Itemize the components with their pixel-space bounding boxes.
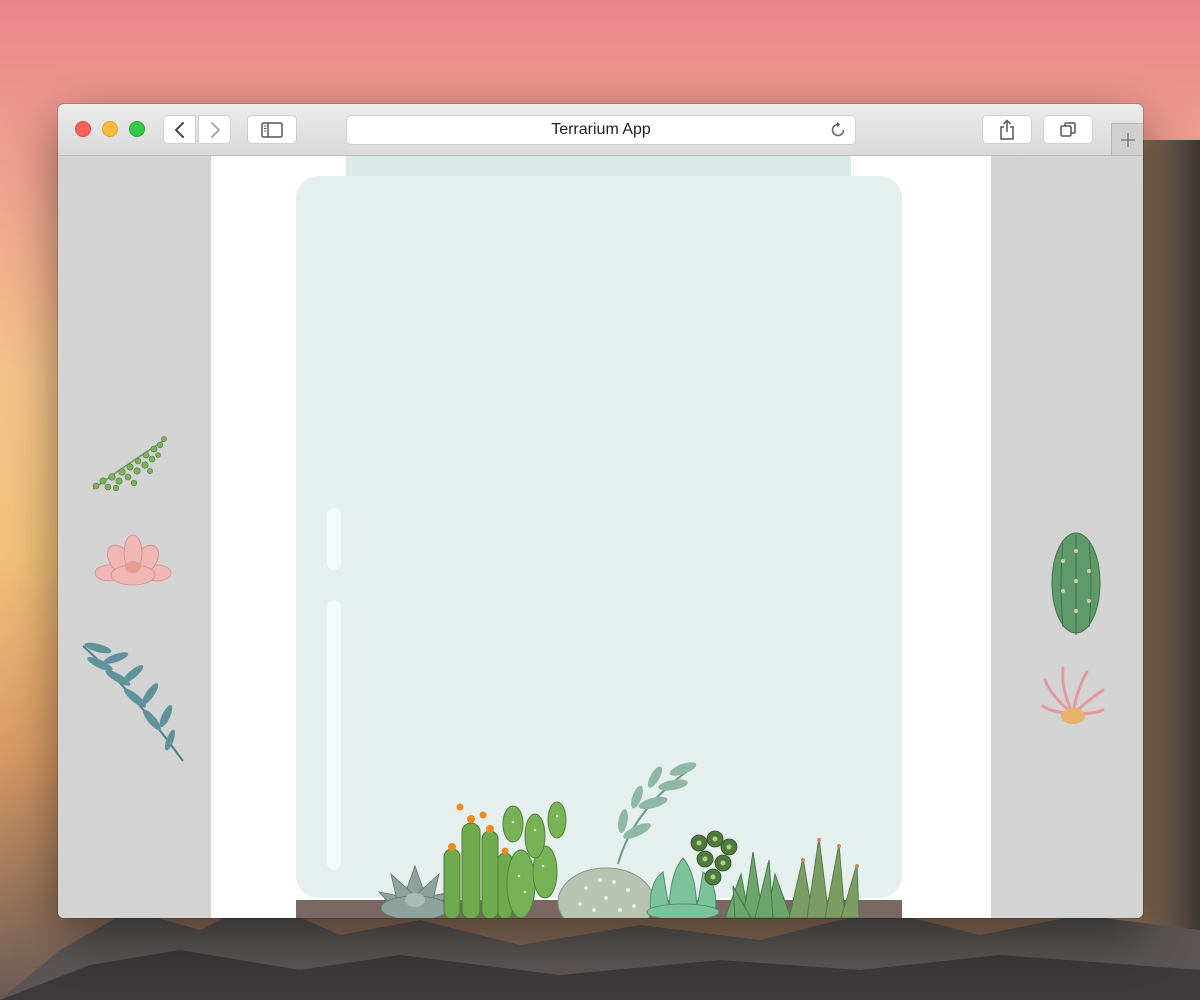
jar-glare-short [327, 508, 341, 570]
tall-aloe[interactable] [785, 834, 863, 918]
browser-window: Terrarium App [58, 104, 1143, 918]
sidebar-icon [261, 121, 283, 138]
eucalyptus-sprig-plant[interactable] [78, 636, 188, 766]
chevron-left-icon [174, 121, 184, 138]
close-window-button[interactable] [75, 121, 91, 137]
tabs-icon [1060, 121, 1076, 137]
reload-icon[interactable] [829, 121, 847, 139]
pink-echeveria-plant[interactable] [93, 531, 173, 591]
share-icon [1000, 118, 1014, 140]
spiky-aloe[interactable] [721, 846, 795, 918]
chevron-right-icon [210, 121, 220, 138]
terrarium-stage [211, 156, 991, 918]
page-title: Terrarium App [551, 121, 651, 138]
pink-air-plant[interactable] [1041, 666, 1105, 728]
share-button[interactable] [982, 115, 1032, 144]
green-cactus-plant[interactable] [1049, 531, 1103, 641]
back-button[interactable] [163, 115, 196, 144]
left-plant-holder [58, 156, 211, 918]
right-plant-holder [991, 156, 1143, 918]
jar-lid [346, 156, 851, 176]
jar-glare-long [327, 600, 341, 870]
tab-overview-button[interactable] [1043, 115, 1093, 144]
plus-icon [1120, 132, 1135, 147]
forward-button[interactable] [198, 115, 231, 144]
minimize-window-button[interactable] [102, 121, 118, 137]
string-of-pearls-plant[interactable] [88, 431, 173, 496]
maximize-window-button[interactable] [129, 121, 145, 137]
new-tab-button[interactable] [1111, 123, 1143, 155]
web-content [58, 156, 1143, 918]
sidebar-toggle-button[interactable] [247, 115, 297, 144]
toolbar: Terrarium App [58, 104, 1143, 156]
address-bar[interactable]: Terrarium App [346, 115, 856, 145]
